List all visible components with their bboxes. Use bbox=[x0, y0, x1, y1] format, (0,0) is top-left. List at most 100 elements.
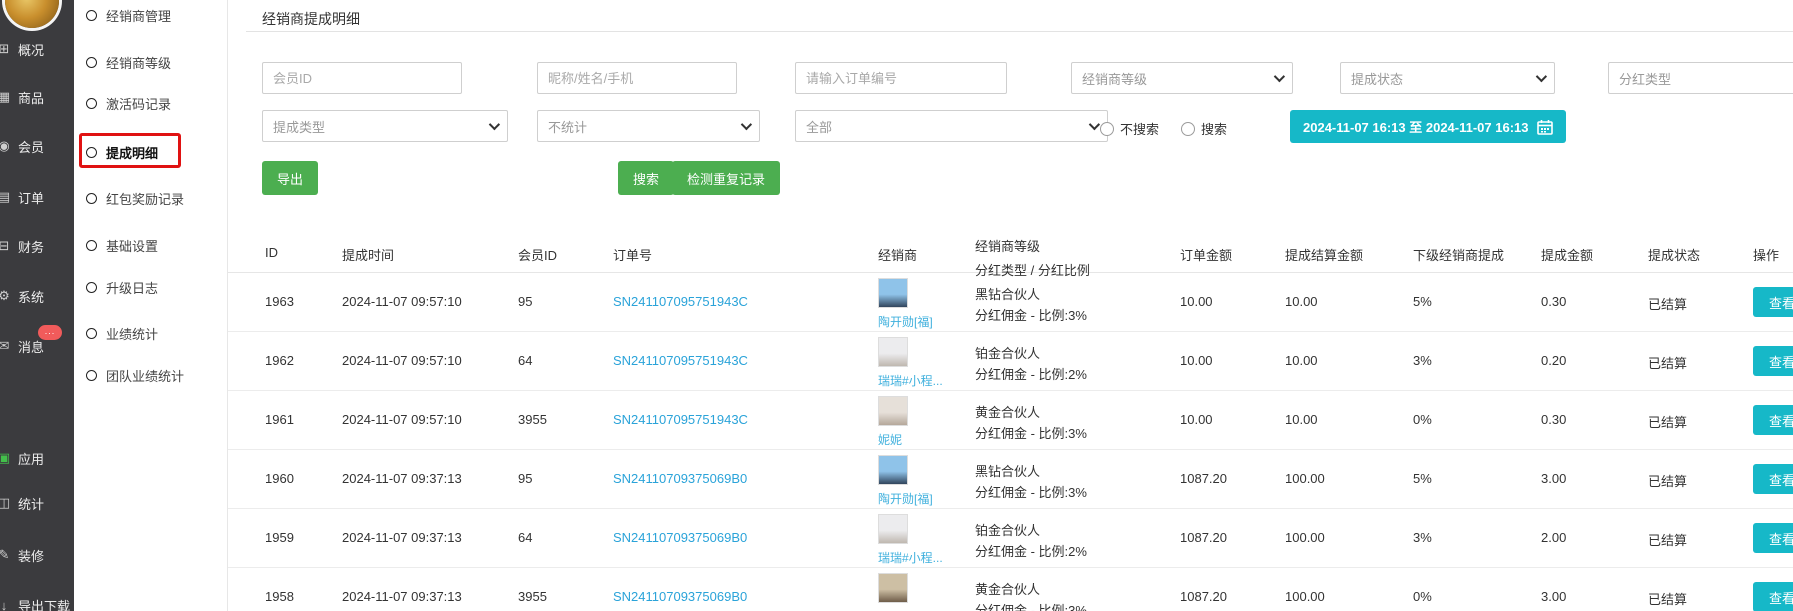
sidebar-item-label: 导出下载 bbox=[18, 596, 70, 611]
export-button[interactable]: 导出 bbox=[262, 161, 318, 195]
submenu-item-升级日志[interactable]: 升级日志 bbox=[86, 276, 158, 298]
commission-status-value: 提成状态 bbox=[1351, 69, 1403, 88]
cell-member-id: 3955 bbox=[518, 412, 547, 427]
circle-bullet-icon bbox=[86, 328, 97, 339]
date-range-button[interactable]: 2024-11-07 16:13 至 2024-11-07 16:13 bbox=[1290, 110, 1566, 143]
check-duplicate-button[interactable]: 检测重复记录 bbox=[672, 161, 780, 195]
dividend-type-select[interactable]: 分红类型 bbox=[1608, 62, 1793, 94]
submenu-item-基础设置[interactable]: 基础设置 bbox=[86, 234, 158, 256]
submenu-item-红包奖励记录[interactable]: 红包奖励记录 bbox=[86, 187, 184, 209]
sidebar-item-label: 消息 bbox=[18, 337, 44, 356]
apps-icon: ▣ bbox=[0, 450, 12, 466]
sidebar-item-装修[interactable]: ✎装修 bbox=[0, 544, 74, 566]
dealer-avatar[interactable] bbox=[878, 455, 908, 485]
order-number-link[interactable]: SN241107095751943C bbox=[613, 412, 748, 427]
column-header-0: ID bbox=[265, 245, 278, 260]
dealer-avatar[interactable] bbox=[878, 337, 908, 367]
dealer-name-link[interactable]: 瑞瑞#小程... bbox=[878, 372, 943, 389]
sidebar-item-会员[interactable]: ◉会员 bbox=[0, 135, 74, 157]
scope-value: 全部 bbox=[806, 117, 832, 136]
sidebar-item-系统[interactable]: ⚙系统 bbox=[0, 285, 74, 307]
member-id-field[interactable] bbox=[262, 62, 462, 94]
order-number-link[interactable]: SN241107095751943C bbox=[613, 353, 748, 368]
dashboard-icon: ⊞ bbox=[0, 41, 12, 57]
order-no-field[interactable] bbox=[795, 62, 1007, 94]
cell-id: 1961 bbox=[265, 412, 294, 427]
sidebar-item-订单[interactable]: ▤订单 bbox=[0, 186, 74, 208]
submenu-item-label: 经销商等级 bbox=[106, 53, 171, 72]
column-header-label: 订单号 bbox=[613, 248, 652, 263]
commission-status-select[interactable]: 提成状态 bbox=[1340, 62, 1555, 94]
submenu-item-提成明细[interactable]: 提成明细 bbox=[86, 141, 158, 163]
cell-dealer-level: 黄金合伙人 bbox=[975, 402, 1040, 421]
dealer-level-value: 经销商等级 bbox=[1082, 69, 1147, 88]
sidebar-item-统计[interactable]: ◫统计 bbox=[0, 492, 74, 514]
calendar-icon bbox=[1537, 119, 1553, 135]
dealer-avatar[interactable] bbox=[878, 396, 908, 426]
chevron-down-icon bbox=[1536, 71, 1547, 82]
view-button[interactable]: 查看 bbox=[1753, 287, 1793, 317]
view-button[interactable]: 查看 bbox=[1753, 405, 1793, 435]
cell-sub-commission: 5% bbox=[1413, 471, 1432, 486]
column-header-label: 提成时间 bbox=[342, 248, 394, 263]
member-id-input[interactable] bbox=[273, 71, 451, 86]
sidebar-item-消息[interactable]: ✉消息... bbox=[0, 335, 74, 357]
order-number-link[interactable]: SN24110709375069B0 bbox=[613, 530, 747, 545]
view-button[interactable]: 查看 bbox=[1753, 582, 1793, 611]
cell-member-id: 3955 bbox=[518, 589, 547, 604]
submenu-item-经销商等级[interactable]: 经销商等级 bbox=[86, 51, 171, 73]
submenu-item-label: 经销商管理 bbox=[106, 6, 171, 25]
store-logo-avatar[interactable] bbox=[5, 0, 59, 28]
view-button[interactable]: 查看 bbox=[1753, 346, 1793, 376]
cell-order-amount: 1087.20 bbox=[1180, 589, 1227, 604]
dealer-name-link[interactable]: 陶开勋[福] bbox=[878, 313, 933, 330]
table-row: 19592024-11-07 09:37:1364SN2411070937506… bbox=[228, 509, 1793, 568]
commission-type-select[interactable]: 提成类型 bbox=[262, 110, 508, 142]
submenu-item-经销商管理[interactable]: 经销商管理 bbox=[86, 4, 171, 26]
order-no-input[interactable] bbox=[806, 71, 996, 86]
cell-id: 1958 bbox=[265, 589, 294, 604]
main-nav-sidebar: ⊞概况 ▦商品 ◉会员 ▤订单 ⊟财务 ⚙系统 ✉消息... ▣应用 ◫统计 ✎装修 ↓导出下载 bbox=[0, 0, 74, 611]
nickname-field[interactable] bbox=[537, 62, 737, 94]
dealer-level-select[interactable]: 经销商等级 bbox=[1071, 62, 1293, 94]
cell-amount: 0.30 bbox=[1541, 294, 1566, 309]
sidebar-item-概况[interactable]: ⊞概况 bbox=[0, 38, 74, 60]
column-header-4: 经销商 bbox=[878, 245, 917, 264]
column-header-11: 操作 bbox=[1753, 245, 1779, 264]
sidebar-item-财务[interactable]: ⊟财务 bbox=[0, 235, 74, 257]
dealer-name-link[interactable]: 瑞瑞#小程... bbox=[878, 549, 943, 566]
order-number-link[interactable]: SN24110709375069B0 bbox=[613, 589, 747, 604]
stats-select[interactable]: 不统计 bbox=[537, 110, 760, 142]
sidebar-item-导出下载[interactable]: ↓导出下载 bbox=[0, 594, 74, 611]
system-icon: ⚙ bbox=[0, 288, 12, 304]
radio-circle-icon bbox=[1100, 122, 1114, 136]
cell-settle-amount: 100.00 bbox=[1285, 471, 1325, 486]
scope-select[interactable]: 全部 bbox=[795, 110, 1108, 142]
dealer-avatar[interactable] bbox=[878, 278, 908, 308]
radio-no-search[interactable]: 不搜索 bbox=[1100, 119, 1159, 138]
view-button[interactable]: 查看 bbox=[1753, 523, 1793, 553]
circle-bullet-icon bbox=[86, 147, 97, 158]
dealer-name-link[interactable]: 陶开勋[福] bbox=[878, 490, 933, 507]
column-header-label: ID bbox=[265, 245, 278, 260]
dealer-avatar[interactable] bbox=[878, 514, 908, 544]
stats-value: 不统计 bbox=[548, 117, 587, 136]
dealer-name-link[interactable]: 妮妮 bbox=[878, 431, 902, 448]
submenu-item-业绩统计[interactable]: 业绩统计 bbox=[86, 322, 158, 344]
order-number-link[interactable]: SN24110709375069B0 bbox=[613, 471, 747, 486]
search-button[interactable]: 搜索 bbox=[618, 161, 674, 195]
radio-search[interactable]: 搜索 bbox=[1181, 119, 1227, 138]
submenu-item-团队业绩统计[interactable]: 团队业绩统计 bbox=[86, 364, 184, 386]
sidebar-item-应用[interactable]: ▣应用 bbox=[0, 447, 74, 469]
sidebar-item-商品[interactable]: ▦商品 bbox=[0, 86, 74, 108]
view-button[interactable]: 查看 bbox=[1753, 464, 1793, 494]
cell-dividend-info: 分红佣金 - 比例:3% bbox=[975, 482, 1087, 501]
nickname-input[interactable] bbox=[548, 71, 726, 86]
chevron-down-icon bbox=[1089, 119, 1100, 130]
submenu-item-激活码记录[interactable]: 激活码记录 bbox=[86, 92, 171, 114]
title-divider bbox=[246, 31, 1793, 32]
column-header-2: 会员ID bbox=[518, 245, 557, 264]
dealer-avatar[interactable] bbox=[878, 573, 908, 603]
column-header-3: 订单号 bbox=[613, 245, 652, 264]
order-number-link[interactable]: SN241107095751943C bbox=[613, 294, 748, 309]
